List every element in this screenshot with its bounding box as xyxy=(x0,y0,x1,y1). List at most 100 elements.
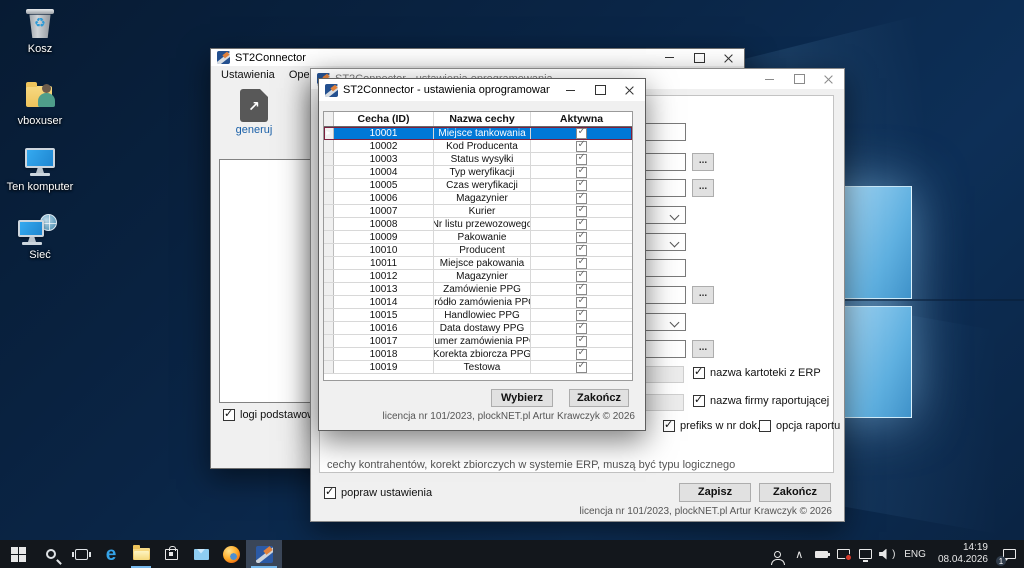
active-checkbox[interactable] xyxy=(576,180,587,191)
table-row[interactable]: 10007Kurier xyxy=(324,205,632,218)
active-checkbox[interactable] xyxy=(576,167,587,178)
battery-icon xyxy=(815,551,828,558)
active-checkbox[interactable] xyxy=(576,271,587,282)
network-button[interactable] xyxy=(854,540,876,568)
active-checkbox[interactable] xyxy=(576,245,587,256)
generate-button[interactable]: ↗ generuj xyxy=(225,89,283,136)
select-button[interactable]: Wybierz xyxy=(491,389,553,407)
table-row[interactable]: 10008Nr listu przewozowego xyxy=(324,218,632,231)
clock[interactable]: 14:19 08.04.2026 xyxy=(932,542,994,567)
desktop-icon-label: Ten komputer xyxy=(4,181,76,193)
basic-logs-checkbox[interactable]: logi podstawowe xyxy=(223,409,321,421)
table-row[interactable]: 10003Status wysyłki xyxy=(324,153,632,166)
row-selector xyxy=(324,296,334,308)
active-checkbox[interactable] xyxy=(576,310,587,321)
opcja-raportu-checkbox[interactable]: opcja raportu xyxy=(759,420,840,432)
start-button[interactable] xyxy=(0,540,36,568)
table-row[interactable]: 10005Czas weryfikacji xyxy=(324,179,632,192)
active-checkbox[interactable] xyxy=(576,141,587,152)
active-checkbox[interactable] xyxy=(576,219,587,230)
desktop-icon-network[interactable]: Sieć xyxy=(4,212,76,261)
edge-button[interactable]: e xyxy=(96,540,126,568)
close-icon[interactable] xyxy=(814,69,844,89)
active-checkbox[interactable] xyxy=(576,206,587,217)
active-checkbox[interactable] xyxy=(576,258,587,269)
browse-button-1[interactable]: ... xyxy=(692,153,714,171)
cell-active xyxy=(531,127,632,139)
table-row[interactable]: 10010Producent xyxy=(324,244,632,257)
store-button[interactable] xyxy=(156,540,186,568)
popraw-ustawienia-checkbox[interactable]: popraw ustawienia xyxy=(324,487,432,499)
recycle-bin-icon: ♻ xyxy=(4,6,76,40)
row-selector xyxy=(324,192,334,204)
active-checkbox[interactable] xyxy=(576,284,587,295)
firefox-button[interactable] xyxy=(216,540,246,568)
active-checkbox[interactable] xyxy=(576,232,587,243)
mail-button[interactable] xyxy=(186,540,216,568)
column-header-active[interactable]: Aktywna xyxy=(531,112,632,126)
minimize-icon[interactable] xyxy=(555,79,585,101)
settings-close-button[interactable]: Zakończ xyxy=(759,483,831,502)
active-checkbox[interactable] xyxy=(576,193,587,204)
active-checkbox[interactable] xyxy=(576,336,587,347)
table-row[interactable]: 10017Numer zamówienia PPG xyxy=(324,335,632,348)
st2connector-taskbar-button[interactable] xyxy=(246,540,282,568)
menu-ustawienia[interactable]: Ustawienia xyxy=(214,67,282,83)
volume-button[interactable]: ) xyxy=(876,540,898,568)
cell-active xyxy=(531,335,632,347)
kartoteka-checkbox[interactable]: nazwa kartoteki z ERP xyxy=(693,367,821,379)
firma-checkbox[interactable]: nazwa firmy raportującej xyxy=(693,395,829,407)
dialog-titlebar[interactable]: ST2Connector - ustawienia oprogramowania xyxy=(319,79,645,101)
table-row[interactable]: 10009Pakowanie xyxy=(324,231,632,244)
desktop-icon-vboxuser[interactable]: vboxuser xyxy=(4,78,76,127)
save-button[interactable]: Zapisz xyxy=(679,483,751,502)
table-row[interactable]: 10018Korekta zbiorcza PPG xyxy=(324,348,632,361)
table-row[interactable]: 10012Magazynier xyxy=(324,270,632,283)
table-row[interactable]: 10016Data dostawy PPG xyxy=(324,322,632,335)
browse-button-3[interactable]: ... xyxy=(692,286,714,304)
close-icon[interactable] xyxy=(714,49,744,66)
dialog-close-button[interactable]: Zakończ xyxy=(569,389,629,407)
table-row[interactable]: 10004Typ weryfikacji xyxy=(324,166,632,179)
table-row[interactable]: 10013Zamówienie PPG xyxy=(324,283,632,296)
active-checkbox[interactable] xyxy=(576,297,587,308)
table-row[interactable]: ►10001Miejsce tankowania xyxy=(324,127,632,140)
show-hidden-icons-button[interactable]: ∧ xyxy=(788,540,810,568)
active-checkbox[interactable] xyxy=(576,362,587,373)
screen-icon xyxy=(837,549,850,559)
active-checkbox[interactable] xyxy=(576,323,587,334)
maximize-icon[interactable] xyxy=(784,69,814,89)
task-view-button[interactable] xyxy=(66,540,96,568)
table-row[interactable]: 10006Magazynier xyxy=(324,192,632,205)
browse-button-2[interactable]: ... xyxy=(692,179,714,197)
main-window-titlebar[interactable]: ST2Connector xyxy=(211,49,744,66)
battery-button[interactable] xyxy=(810,540,832,568)
active-checkbox[interactable] xyxy=(576,154,587,165)
table-row[interactable]: 10011Miejsce pakowania xyxy=(324,257,632,270)
active-checkbox[interactable] xyxy=(576,349,587,360)
cell-feature-name: Kurier xyxy=(434,205,531,217)
language-indicator[interactable]: ENG xyxy=(898,549,932,560)
desktop-icon-this-pc[interactable]: Ten komputer xyxy=(4,144,76,193)
active-checkbox[interactable] xyxy=(576,128,587,139)
table-row[interactable]: 10015Handlowiec PPG xyxy=(324,309,632,322)
prefiks-checkbox[interactable]: prefiks w nr dok. xyxy=(663,420,760,432)
table-row[interactable]: 10014Źródło zamówienia PPG xyxy=(324,296,632,309)
close-icon[interactable] xyxy=(615,79,645,101)
screen-share-button[interactable] xyxy=(832,540,854,568)
desktop-icon-recycle-bin[interactable]: ♻ Kosz xyxy=(4,6,76,55)
table-row[interactable]: 10019Testowa xyxy=(324,361,632,374)
column-header-id[interactable]: Cecha (ID) xyxy=(334,112,434,126)
action-center-button[interactable]: 1 xyxy=(994,540,1024,568)
row-selector xyxy=(324,361,334,373)
maximize-icon[interactable] xyxy=(585,79,615,101)
search-button[interactable] xyxy=(36,540,66,568)
people-button[interactable] xyxy=(766,540,788,568)
maximize-icon[interactable] xyxy=(684,49,714,66)
browse-button-4[interactable]: ... xyxy=(692,340,714,358)
minimize-icon[interactable] xyxy=(654,49,684,66)
table-row[interactable]: 10002Kod Producenta xyxy=(324,140,632,153)
column-header-name[interactable]: Nazwa cechy xyxy=(434,112,531,126)
minimize-icon[interactable] xyxy=(754,69,784,89)
file-explorer-button[interactable] xyxy=(126,540,156,568)
